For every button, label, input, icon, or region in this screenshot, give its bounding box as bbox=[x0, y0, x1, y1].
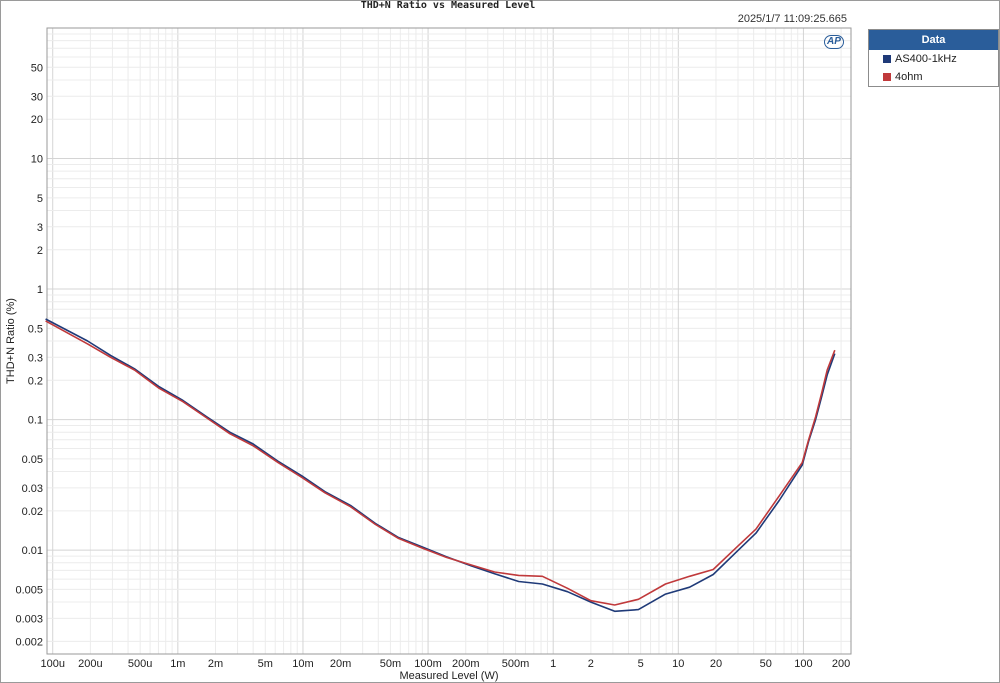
x-tick-label: 200m bbox=[452, 658, 480, 670]
y-tick-label: 1 bbox=[37, 284, 43, 296]
legend-panel[interactable]: Data AS400-1kHz 4ohm bbox=[868, 29, 999, 87]
x-tick-label: 100u bbox=[40, 658, 64, 670]
legend-title: Data bbox=[869, 30, 998, 50]
thd-chart: 100u 200u 500u 1m 2m 5m 10m 20m 50m 100m 200m 500m 1… bbox=[5, 27, 852, 682]
y-tick-label: 0.03 bbox=[22, 483, 43, 495]
y-tick-label: 0.05 bbox=[22, 454, 43, 466]
legend-item-as400[interactable]: AS400-1kHz bbox=[869, 50, 998, 68]
x-tick-label: 200u bbox=[78, 658, 102, 670]
x-tick-label: 1 bbox=[550, 658, 556, 670]
y-tick-label: 5 bbox=[37, 193, 43, 205]
x-tick-label: 10 bbox=[672, 658, 684, 670]
y-tick-label: 0.2 bbox=[28, 375, 43, 387]
x-tick-label: 200 bbox=[832, 658, 850, 670]
y-tick-label: 2 bbox=[37, 245, 43, 257]
x-tick-label: 500m bbox=[502, 658, 530, 670]
x-axis-label: Measured Level (W) bbox=[399, 670, 498, 682]
y-tick-label: 0.005 bbox=[15, 584, 43, 596]
y-tick-label: 0.002 bbox=[15, 636, 43, 648]
x-tick-label: 1m bbox=[170, 658, 185, 670]
x-tick-label: 50 bbox=[760, 658, 772, 670]
y-tick-label: 10 bbox=[31, 154, 43, 166]
chart-title: THD+N Ratio vs Measured Level bbox=[360, 0, 536, 11]
y-tick-label: 30 bbox=[31, 91, 43, 103]
x-tick-label: 100m bbox=[414, 658, 442, 670]
x-tick-label: 20m bbox=[330, 658, 351, 670]
legend-label-as400: AS400-1kHz bbox=[895, 53, 957, 65]
y-axis-label: THD+N Ratio (%) bbox=[5, 298, 17, 384]
x-tick-label: 50m bbox=[380, 658, 401, 670]
y-tick-label: 20 bbox=[31, 114, 43, 126]
x-tick-label: 5m bbox=[258, 658, 273, 670]
y-tick-label: 0.1 bbox=[28, 415, 43, 427]
y-tick-label: 3 bbox=[37, 222, 43, 234]
legend-item-4ohm[interactable]: 4ohm bbox=[869, 68, 998, 86]
x-tick-label: 20 bbox=[710, 658, 722, 670]
x-tick-label: 500u bbox=[128, 658, 152, 670]
legend-swatch-4ohm bbox=[883, 73, 891, 81]
x-tick-label: 2m bbox=[208, 658, 223, 670]
x-tick-label: 10m bbox=[292, 658, 313, 670]
legend-swatch-as400 bbox=[883, 55, 891, 63]
y-tick-label: 0.003 bbox=[15, 613, 43, 625]
y-tick-label: 0.3 bbox=[28, 352, 43, 364]
y-tick-label: 0.5 bbox=[28, 323, 43, 335]
y-tick-label: 0.02 bbox=[22, 506, 43, 518]
x-tick-label: 2 bbox=[588, 658, 594, 670]
x-tick-label: 100 bbox=[794, 658, 812, 670]
timestamp: 2025/1/7 11:09:25.665 bbox=[737, 13, 847, 25]
x-tick-label: 5 bbox=[638, 658, 644, 670]
y-tick-label: 0.01 bbox=[22, 545, 43, 557]
legend-label-4ohm: 4ohm bbox=[895, 71, 923, 83]
ap-logo: AP bbox=[824, 35, 844, 49]
y-tick-label: 50 bbox=[31, 62, 43, 74]
